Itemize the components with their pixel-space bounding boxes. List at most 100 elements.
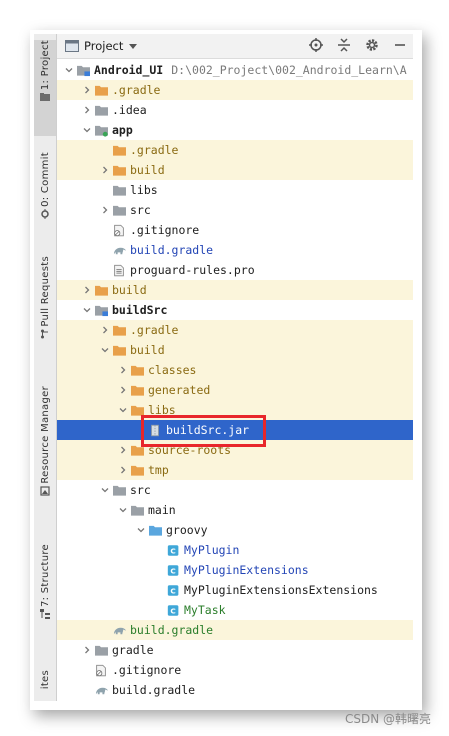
tree-row[interactable]: buildSrc bbox=[57, 300, 413, 320]
tree-row[interactable]: build.gradle bbox=[57, 680, 413, 700]
tree-item-label: app bbox=[112, 123, 133, 137]
side-tab-label: 7: Structure bbox=[39, 544, 51, 608]
module-folder-icon bbox=[93, 123, 109, 137]
folder-icon bbox=[111, 483, 127, 497]
class-icon: C bbox=[165, 603, 181, 617]
ignore-file-icon bbox=[111, 223, 127, 237]
folder-icon bbox=[111, 343, 127, 357]
gradle-icon bbox=[111, 243, 127, 257]
chevron-down-icon[interactable] bbox=[63, 60, 75, 80]
side-tab-structure[interactable]: 7: Structure bbox=[34, 544, 56, 648]
tree-row[interactable]: .gitignore bbox=[57, 660, 413, 680]
tree-row[interactable]: tmp bbox=[57, 460, 413, 480]
chevron-down-icon[interactable] bbox=[99, 480, 111, 500]
folder-icon bbox=[93, 83, 109, 97]
view-selector[interactable]: Project bbox=[65, 39, 138, 53]
chevron-right-icon[interactable] bbox=[81, 640, 93, 660]
folder-icon bbox=[93, 283, 109, 297]
side-tab-favorites[interactable]: ites bbox=[34, 670, 56, 701]
tree-item-label: .gradle bbox=[130, 323, 179, 337]
tree-row[interactable]: build bbox=[57, 280, 413, 300]
tree-item-label: main bbox=[148, 503, 176, 517]
chevron-right-icon[interactable] bbox=[117, 380, 129, 400]
chevron-right-icon[interactable] bbox=[99, 200, 111, 220]
tree-row[interactable]: proguard-rules.pro bbox=[57, 260, 413, 280]
tree-item-label: .gitignore bbox=[112, 663, 182, 677]
minimize-icon[interactable] bbox=[393, 38, 407, 52]
tree-item-label: MyPluginExtensionsExtensions bbox=[184, 583, 378, 597]
text-file-icon bbox=[111, 263, 127, 277]
chevron-down-icon[interactable] bbox=[99, 340, 111, 360]
left-tool-stripe: 1: Project 0: Commit Pull Requests Resou… bbox=[34, 34, 57, 701]
chevron-down-icon[interactable] bbox=[81, 120, 93, 140]
tree-row[interactable]: generated bbox=[57, 380, 413, 400]
chevron-down-icon[interactable] bbox=[117, 400, 129, 420]
tree-row[interactable]: groovy bbox=[57, 520, 413, 540]
side-tab-commit[interactable]: 0: Commit bbox=[34, 152, 56, 232]
project-tree: Android_UI D:\002_Project\002_Android_Lea… bbox=[57, 60, 413, 700]
chevron-down-icon[interactable] bbox=[117, 500, 129, 520]
tree-row[interactable]: Android_UI D:\002_Project\002_Android_Lea… bbox=[57, 60, 413, 80]
side-tab-label: 0: Commit bbox=[39, 152, 51, 207]
tree-row[interactable]: .gradle bbox=[57, 140, 413, 160]
ide-window: 1: Project 0: Commit Pull Requests Resou… bbox=[34, 34, 413, 701]
side-tab-resource-manager[interactable]: Resource Manager bbox=[34, 386, 56, 526]
class-icon: C bbox=[165, 583, 181, 597]
tree-row[interactable]: classes bbox=[57, 360, 413, 380]
tree-item-label: gradle bbox=[112, 643, 154, 657]
side-tab-pull-requests[interactable]: Pull Requests bbox=[34, 256, 56, 368]
svg-text:C: C bbox=[170, 586, 175, 595]
view-selector-label: Project bbox=[84, 39, 124, 53]
tree-item-path: D:\002_Project\002_Android_Learn\A bbox=[171, 63, 407, 77]
project-view-icon bbox=[65, 40, 79, 52]
collapse-all-icon[interactable] bbox=[337, 38, 351, 52]
tree-item-label: groovy bbox=[166, 523, 208, 537]
tree-row[interactable]: build.gradle bbox=[57, 240, 413, 260]
tree-row[interactable]: main bbox=[57, 500, 413, 520]
tree-row[interactable]: build bbox=[57, 160, 413, 180]
tree-row[interactable]: app bbox=[57, 120, 413, 140]
chevron-right-icon[interactable] bbox=[99, 160, 111, 180]
gear-icon[interactable] bbox=[365, 38, 379, 52]
tree-row[interactable]: build bbox=[57, 340, 413, 360]
tree-item-label: tmp bbox=[148, 463, 169, 477]
chevron-right-icon[interactable] bbox=[117, 460, 129, 480]
chevron-down-icon bbox=[129, 43, 138, 49]
tree-row[interactable]: C MyTask bbox=[57, 600, 413, 620]
side-tab-project[interactable]: 1: Project bbox=[34, 40, 56, 136]
chevron-right-icon[interactable] bbox=[81, 280, 93, 300]
tree-row[interactable]: C MyPlugin bbox=[57, 540, 413, 560]
tree-row[interactable]: src bbox=[57, 480, 413, 500]
folder-icon bbox=[129, 463, 145, 477]
tree-row[interactable]: .gradle bbox=[57, 80, 413, 100]
folder-icon bbox=[111, 323, 127, 337]
tree-item-label: build bbox=[130, 163, 165, 177]
tree-item-label: build bbox=[130, 343, 165, 357]
tree-row[interactable]: libs bbox=[57, 180, 413, 200]
chevron-right-icon[interactable] bbox=[117, 440, 129, 460]
tree-row[interactable]: gradle bbox=[57, 640, 413, 660]
tree-row[interactable]: build.gradle bbox=[57, 620, 413, 640]
tree-row[interactable]: .idea bbox=[57, 100, 413, 120]
folder-icon bbox=[111, 183, 127, 197]
chevron-down-icon[interactable] bbox=[135, 520, 147, 540]
chevron-right-icon[interactable] bbox=[81, 80, 93, 100]
locate-target-icon[interactable] bbox=[309, 38, 323, 52]
tree-item-label: Android_UI bbox=[94, 63, 164, 77]
chevron-right-icon[interactable] bbox=[117, 360, 129, 380]
tree-item-label: .gitignore bbox=[130, 223, 200, 237]
folder-icon bbox=[40, 93, 50, 102]
tree-row[interactable]: C MyPluginExtensions bbox=[57, 560, 413, 580]
tree-item-label: proguard-rules.pro bbox=[130, 263, 255, 277]
tree-row[interactable]: src bbox=[57, 200, 413, 220]
chevron-right-icon[interactable] bbox=[99, 320, 111, 340]
tree-row[interactable]: .gitignore bbox=[57, 220, 413, 240]
tree-item-label: MyPluginExtensions bbox=[184, 563, 309, 577]
chevron-down-icon[interactable] bbox=[81, 300, 93, 320]
source-folder-icon bbox=[147, 523, 163, 537]
tree-item-label: src bbox=[130, 203, 151, 217]
tree-item-label: .idea bbox=[112, 103, 147, 117]
tree-row[interactable]: .gradle bbox=[57, 320, 413, 340]
tree-row[interactable]: C MyPluginExtensionsExtensions bbox=[57, 580, 413, 600]
chevron-right-icon[interactable] bbox=[81, 100, 93, 120]
